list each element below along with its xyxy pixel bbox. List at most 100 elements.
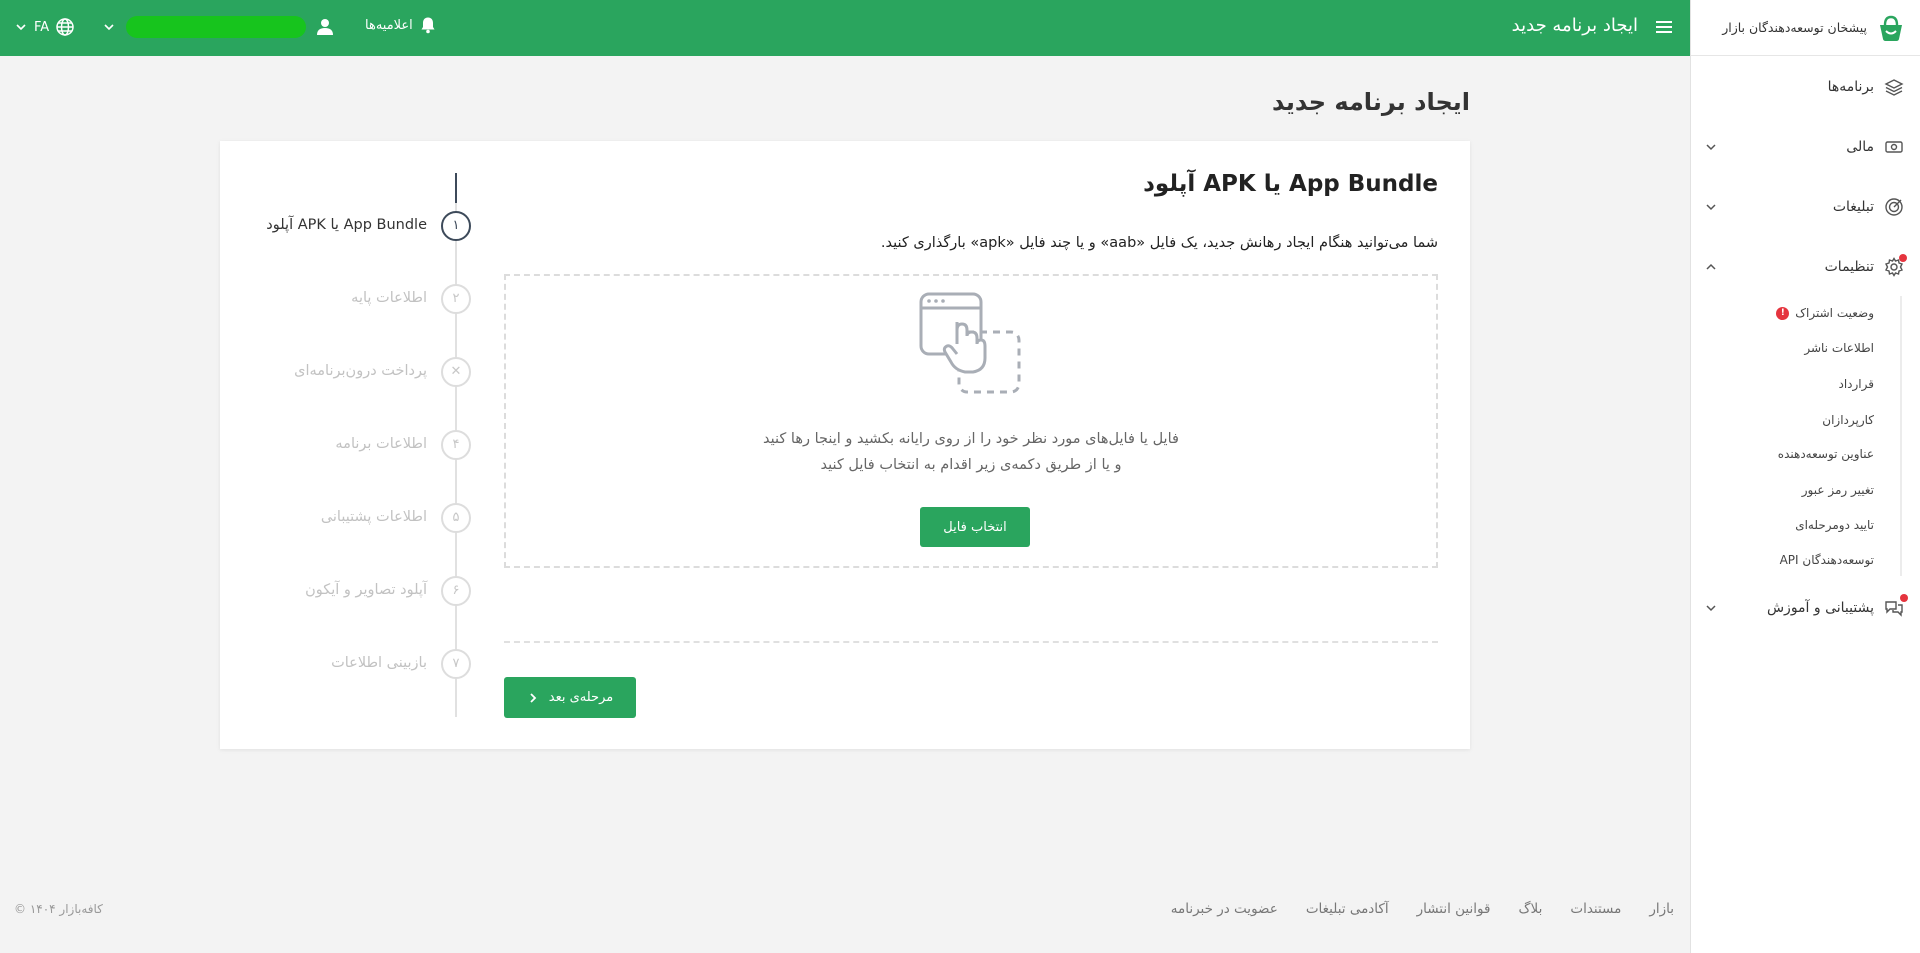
step-app-info[interactable]: اطلاعات برنامه ۴ — [220, 430, 472, 462]
step-label: آپلود APK یا App Bundle — [266, 217, 427, 233]
language-selector[interactable]: FA — [14, 17, 75, 37]
submenu-label: عناوین توسعه‌دهنده — [1777, 447, 1874, 461]
language-code: FA — [34, 19, 50, 35]
chevron-down-icon — [1704, 601, 1718, 615]
footer-link-docs[interactable]: مستندات — [1570, 901, 1621, 917]
content-title: آپلود APK یا App Bundle — [1143, 171, 1438, 197]
step-upload[interactable]: آپلود APK یا App Bundle ۱ — [220, 211, 472, 243]
step-basic-info[interactable]: اطلاعات پایه ۲ — [220, 284, 472, 316]
sidebar-item-support[interactable]: پشتیبانی و آموزش — [1690, 588, 1920, 628]
sidebar-item-label: تبلیغات — [1832, 199, 1874, 215]
footer-link-publish-rules[interactable]: قوانین انتشار — [1417, 901, 1491, 917]
submenu-label: تغییر رمز عبور — [1801, 483, 1874, 497]
sidebar-item-apps[interactable]: برنامه‌ها — [1690, 67, 1920, 107]
submenu-label: تایید دومرحله‌ای — [1795, 518, 1874, 532]
sidebar-item-label: برنامه‌ها — [1827, 79, 1874, 95]
footer-links: بازار مستندات بلاگ قوانین انتشار آکادمی … — [1171, 901, 1674, 917]
step-label: اطلاعات پایه — [351, 290, 427, 306]
topbar: ایجاد برنامه جدید اعلامیه‌ها FA — [0, 0, 1690, 56]
stepper-progress — [455, 173, 457, 203]
step-number: ۲ — [441, 284, 471, 314]
next-step-button[interactable]: مرحله‌ی بعد — [504, 677, 636, 718]
dropzone-instruction: فایل یا فایل‌های مورد نظر خود را از روی … — [763, 431, 1179, 447]
next-step-label: مرحله‌ی بعد — [548, 690, 614, 705]
submenu-track — [1900, 296, 1902, 576]
chevron-down-icon — [102, 20, 116, 34]
alert-icon: ! — [1776, 306, 1790, 320]
submenu-contract[interactable]: قرارداد — [1838, 374, 1874, 394]
sidebar-item-label: تنظیمات — [1824, 259, 1874, 275]
gear-icon — [1884, 254, 1907, 277]
submenu-developer-titles[interactable]: عناوین توسعه‌دهنده — [1778, 444, 1874, 464]
sidebar: پیشخان توسعه‌دهندگان بازار برنامه‌ها مال… — [1690, 0, 1920, 953]
hamburger-menu-icon[interactable] — [1654, 17, 1674, 37]
step-label: آپلود تصاویر و آیکون — [305, 582, 427, 598]
footer-link-ads-academy[interactable]: آکادمی تبلیغات — [1306, 901, 1389, 917]
notification-dot — [1899, 254, 1907, 262]
step-label: اطلاعات برنامه — [335, 436, 427, 452]
step-number: ۶ — [441, 576, 471, 606]
bell-icon — [419, 16, 437, 34]
sidebar-item-settings[interactable]: تنظیمات — [1690, 247, 1920, 287]
notification-dot — [1900, 594, 1908, 602]
step-number: ۵ — [441, 503, 471, 533]
wizard-card: آپلود APK یا App Bundle ۱ اطلاعات پایه ۲… — [220, 141, 1470, 749]
chevron-down-icon — [1704, 140, 1718, 154]
chevron-up-icon — [1704, 260, 1718, 274]
money-icon — [1884, 137, 1904, 157]
submenu-developer-api[interactable]: API توسعه‌دهندگان — [1780, 550, 1874, 570]
footer-link-blog[interactable]: بلاگ — [1518, 901, 1542, 917]
chevron-down-icon — [14, 20, 28, 34]
globe-icon — [55, 17, 75, 37]
sidebar-item-ads[interactable]: تبلیغات — [1690, 187, 1920, 227]
submenu-two-factor[interactable]: تایید دومرحله‌ای — [1795, 515, 1874, 535]
sidebar-item-finance[interactable]: مالی — [1690, 127, 1920, 167]
submenu-publisher-info[interactable]: اطلاعات ناشر — [1804, 338, 1874, 358]
step-skipped-icon: ✕ — [441, 357, 471, 387]
copyright: © ۱۴۰۴ کافه‌بازار — [14, 902, 103, 916]
step-number: ۴ — [441, 430, 471, 460]
footer-link-newsletter[interactable]: عضویت در خبرنامه — [1171, 901, 1278, 917]
chat-bubbles-icon — [1884, 594, 1908, 618]
submenu-label: کارپردازان — [1822, 413, 1874, 427]
bazaar-logo-icon — [1876, 13, 1906, 43]
dropzone-instruction-secondary: و یا از طریق دکمه‌ی زیر اقدام به انتخاب … — [820, 457, 1122, 473]
sidebar-item-label: پشتیبانی و آموزش — [1766, 600, 1874, 616]
step-in-app-payment[interactable]: پرداخت درون‌برنامه‌ای ✕ — [220, 357, 472, 389]
brand-name: پیشخان توسعه‌دهندگان بازار — [1722, 20, 1867, 35]
footer-link-bazaar[interactable]: بازار — [1649, 901, 1674, 917]
sidebar-brand[interactable]: پیشخان توسعه‌دهندگان بازار — [1691, 0, 1920, 56]
section-divider — [504, 641, 1438, 643]
user-menu[interactable] — [102, 16, 334, 38]
user-icon — [316, 18, 334, 36]
submenu-subscription-status[interactable]: ! وضعیت اشتراک — [1776, 303, 1874, 323]
submenu-agents[interactable]: کارپردازان — [1822, 410, 1874, 430]
select-file-button[interactable]: انتخاب فایل — [920, 507, 1030, 547]
target-icon — [1884, 197, 1904, 217]
step-label: پرداخت درون‌برنامه‌ای — [294, 363, 427, 379]
step-number: ۱ — [441, 211, 471, 241]
chevron-down-icon — [1704, 200, 1718, 214]
file-dropzone[interactable]: فایل یا فایل‌های مورد نظر خود را از روی … — [504, 274, 1438, 568]
step-label: اطلاعات پشتیبانی — [320, 509, 427, 525]
redacted-username — [126, 16, 306, 38]
submenu-label: API توسعه‌دهندگان — [1779, 553, 1874, 567]
step-review[interactable]: بازبینی اطلاعات ۷ — [220, 649, 472, 681]
step-label: بازبینی اطلاعات — [331, 655, 427, 671]
chevron-left-icon — [527, 692, 539, 704]
step-support-info[interactable]: اطلاعات پشتیبانی ۵ — [220, 503, 472, 535]
drag-file-illustration-icon — [919, 292, 1023, 396]
layers-icon — [1884, 77, 1904, 97]
step-upload-images[interactable]: آپلود تصاویر و آیکون ۶ — [220, 576, 472, 608]
step-number: ۷ — [441, 649, 471, 679]
page-title: ایجاد برنامه جدید — [1272, 88, 1470, 116]
submenu-change-password[interactable]: تغییر رمز عبور — [1802, 480, 1874, 500]
content-description: شما می‌توانید هنگام ایجاد رهانش جدید، یک… — [880, 235, 1438, 251]
submenu-label: وضعیت اشتراک — [1795, 306, 1874, 320]
submenu-label: قرارداد — [1838, 377, 1874, 391]
announcements-button[interactable]: اعلامیه‌ها — [365, 16, 437, 34]
announcements-label: اعلامیه‌ها — [365, 17, 413, 33]
sidebar-item-label: مالی — [1846, 139, 1874, 155]
topbar-title: ایجاد برنامه جدید — [1511, 15, 1638, 36]
submenu-label: اطلاعات ناشر — [1804, 341, 1874, 355]
